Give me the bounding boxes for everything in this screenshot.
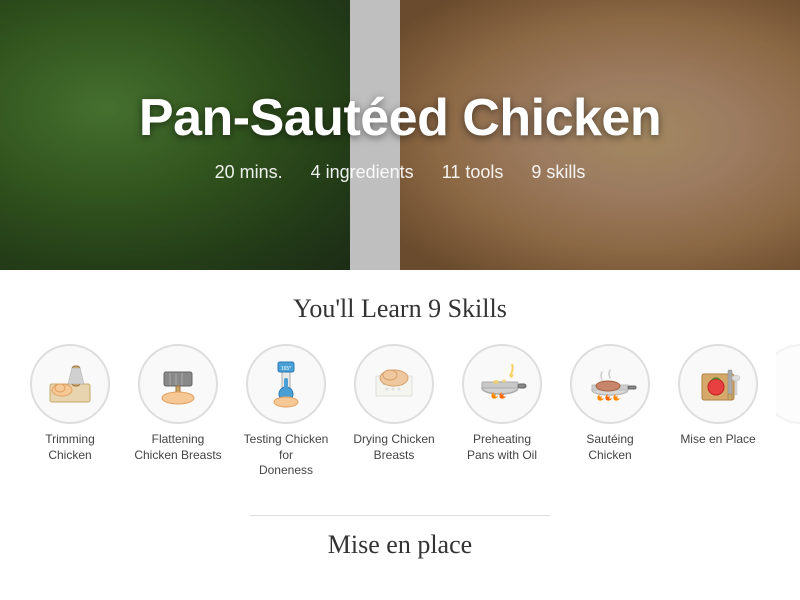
- hero-skills: 9 skills: [531, 162, 585, 183]
- skills-section: You'll Learn 9 Skills TrimmingChicken: [0, 270, 800, 495]
- skill-item-partial[interactable]: [776, 344, 800, 432]
- hero-tools: 11 tools: [442, 162, 504, 183]
- skill-item-flattening[interactable]: FlatteningChicken Breasts: [128, 344, 228, 463]
- hero-time: 20 mins.: [215, 162, 283, 183]
- skills-row: TrimmingChicken FlatteningChicken Br: [0, 344, 800, 479]
- skill-label-preheating: PreheatingPans with Oil: [467, 432, 537, 463]
- skill-icon-flattening: [138, 344, 218, 424]
- skill-icon-partial: [776, 344, 800, 424]
- page-title: Pan-Sautéed Chicken: [139, 88, 661, 148]
- skill-item-trimming[interactable]: TrimmingChicken: [20, 344, 120, 463]
- skill-icon-testing: 165°: [246, 344, 326, 424]
- skill-item-mise[interactable]: Mise en Place: [668, 344, 768, 448]
- mise-heading: Mise en place: [30, 530, 770, 560]
- skill-label-drying: Drying ChickenBreasts: [353, 432, 434, 463]
- skill-label-mise: Mise en Place: [680, 432, 755, 448]
- skill-icon-mise: [678, 344, 758, 424]
- hero-content: Pan-Sautéed Chicken 20 mins. 4 ingredien…: [139, 88, 661, 183]
- skill-item-preheating[interactable]: PreheatingPans with Oil: [452, 344, 552, 463]
- hero-ingredients: 4 ingredients: [311, 162, 414, 183]
- skill-label-sauteing: SautéingChicken: [586, 432, 633, 463]
- mise-en-place-section: Mise en place: [0, 515, 800, 560]
- skill-icon-drying: [354, 344, 434, 424]
- svg-text:165°: 165°: [281, 366, 291, 372]
- skill-item-sauteing[interactable]: SautéingChicken: [560, 344, 660, 463]
- skill-icon-trimming: [30, 344, 110, 424]
- skill-item-drying[interactable]: Drying ChickenBreasts: [344, 344, 444, 463]
- hero-meta: 20 mins. 4 ingredients 11 tools 9 skills: [139, 162, 661, 183]
- skill-item-testing[interactable]: 165° Testing Chicken forDoneness: [236, 344, 336, 479]
- skill-icon-sauteing: [570, 344, 650, 424]
- skill-label-testing: Testing Chicken forDoneness: [236, 432, 336, 479]
- skill-icon-preheating: [462, 344, 542, 424]
- skill-label-trimming: TrimmingChicken: [45, 432, 95, 463]
- skills-heading: You'll Learn 9 Skills: [0, 294, 800, 324]
- section-divider: [250, 515, 550, 516]
- skill-label-flattening: FlatteningChicken Breasts: [134, 432, 221, 463]
- hero-section: Pan-Sautéed Chicken 20 mins. 4 ingredien…: [0, 0, 800, 270]
